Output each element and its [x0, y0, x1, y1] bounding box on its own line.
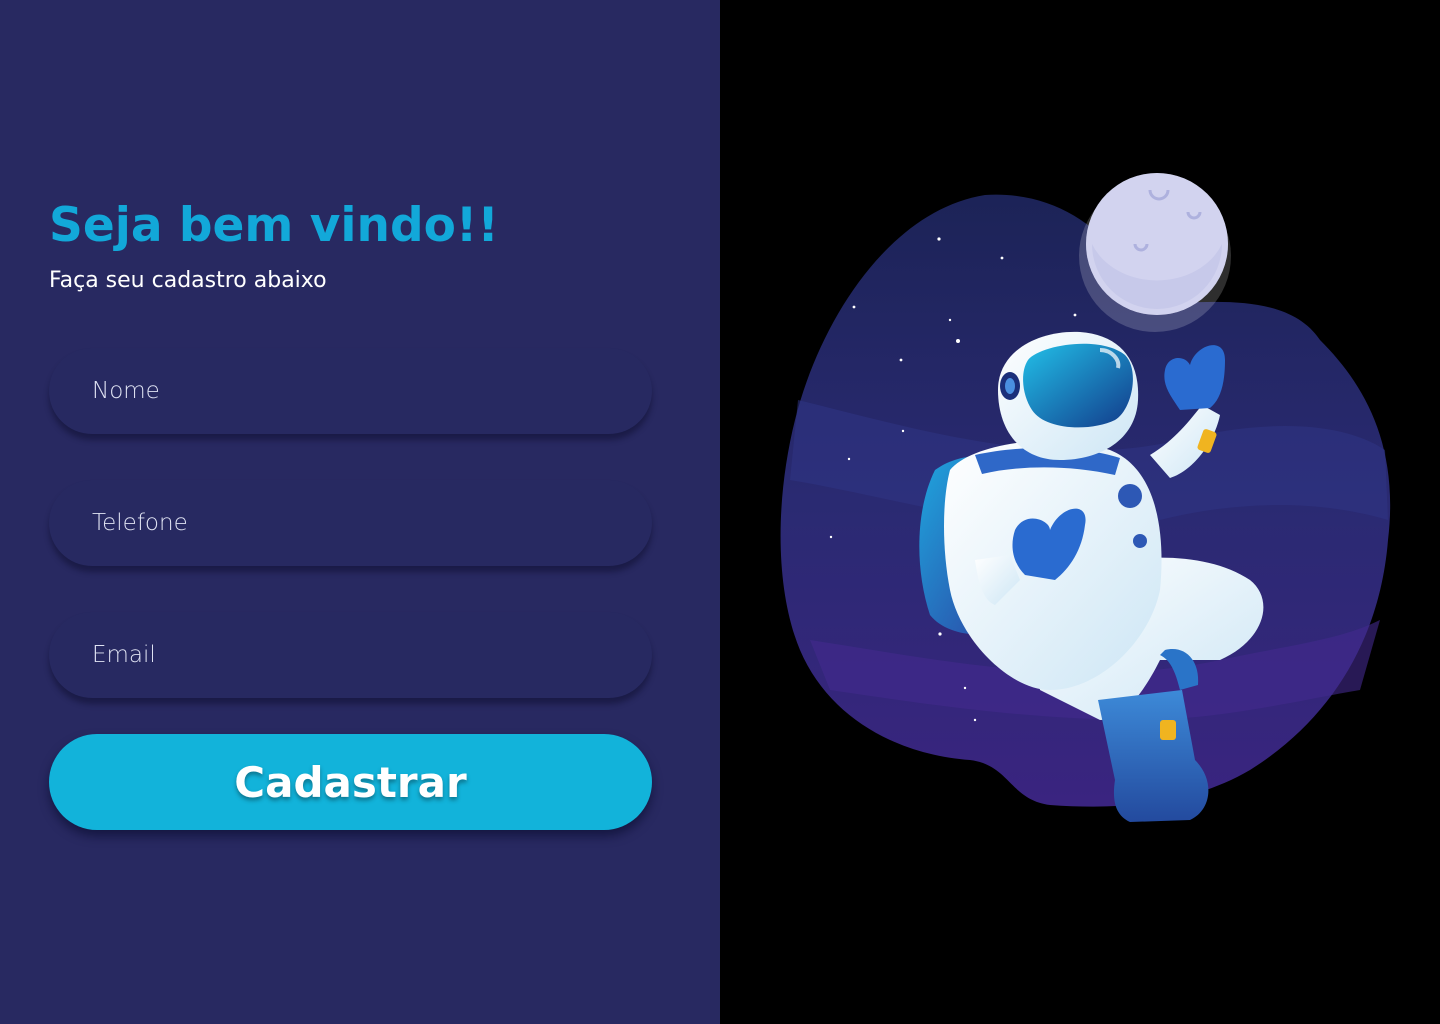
register-button[interactable]: Cadastrar	[49, 734, 652, 830]
signup-page: Seja bem vindo!! Faça seu cadastro abaix…	[0, 0, 1440, 1024]
astronaut-illustration	[780, 173, 1391, 822]
signup-panel: Seja bem vindo!! Faça seu cadastro abaix…	[0, 0, 720, 1024]
page-subtitle: Faça seu cadastro abaixo	[49, 268, 327, 293]
email-field[interactable]	[49, 612, 652, 698]
name-field[interactable]	[49, 348, 652, 434]
moon	[1079, 173, 1231, 332]
astronaut-helmet	[998, 331, 1139, 460]
phone-field[interactable]	[49, 480, 652, 566]
page-title: Seja bem vindo!!	[49, 198, 499, 253]
illustration-panel	[720, 0, 1440, 1024]
